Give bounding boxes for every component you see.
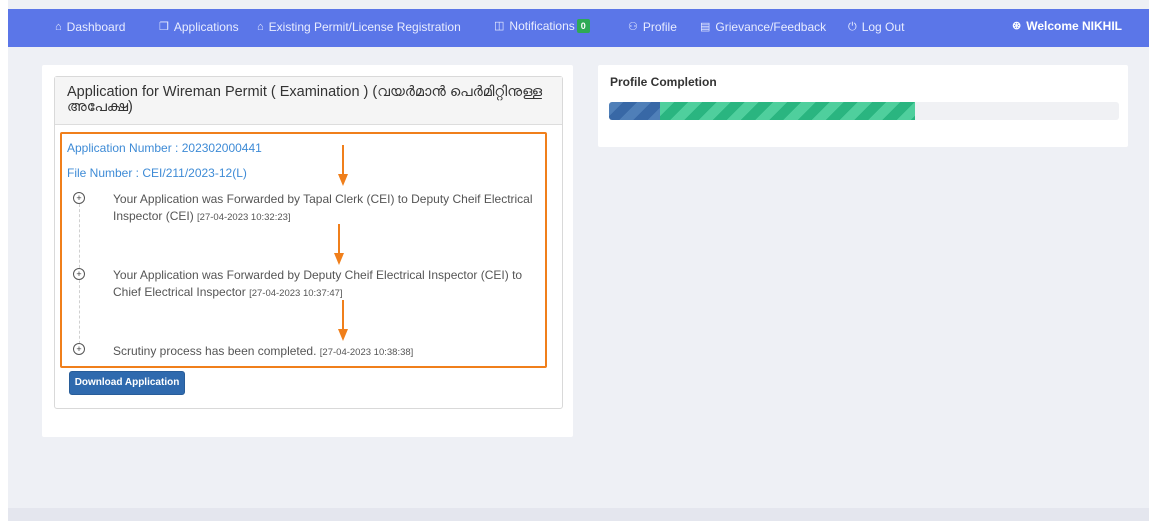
user-circle-icon: ⊛ <box>1012 19 1022 32</box>
home-icon: ⌂ <box>257 20 264 33</box>
timeline-expand-icon[interactable]: + <box>73 343 85 355</box>
timeline-item-date: [27-04-2023 10:37:47] <box>249 288 343 299</box>
progress-segment-success <box>660 102 915 120</box>
timeline-item: Your Application was Forwarded by Tapal … <box>113 191 538 226</box>
nav-grievance-label: Grievance/Feedback <box>715 20 827 34</box>
nav-existing-permit[interactable]: ⌂ Existing Permit/License Registration <box>257 20 461 34</box>
nav-applications[interactable]: ❐ Applications <box>159 20 239 34</box>
download-application-button[interactable]: Download Application <box>69 371 185 395</box>
timeline-item-date: [27-04-2023 10:38:38] <box>319 347 414 358</box>
nav-dashboard-label: Dashboard <box>66 20 126 34</box>
application-number: Application Number : 202302000441 <box>67 141 262 155</box>
profile-completion-card: Profile Completion <box>598 65 1128 147</box>
timeline-item-text: Your Application was Forwarded by Tapal … <box>113 192 533 223</box>
copy-icon: ❐ <box>159 20 169 33</box>
nav-applications-label: Applications <box>173 20 239 34</box>
nav-dashboard[interactable]: ⌂ Dashboard <box>55 20 125 34</box>
timeline-item-text: Scrutiny process has been completed. <box>113 344 317 358</box>
notifications-count-badge: 0 <box>576 19 590 33</box>
window-icon: ◫ <box>494 19 505 32</box>
nav-existing-permit-label: Existing Permit/License Registration <box>268 20 461 34</box>
nav-notifications-label: Notifications <box>509 19 575 33</box>
nav-grievance[interactable]: ▤ Grievance/Feedback <box>700 20 826 34</box>
application-panel: Application for Wireman Permit ( Examina… <box>54 76 563 409</box>
profile-completion-title: Profile Completion <box>610 75 717 89</box>
profile-progress-bar <box>609 102 1119 120</box>
file-number: File Number : CEI/211/2023-12(L) <box>67 166 247 180</box>
nav-profile-label: Profile <box>642 20 677 34</box>
welcome-label: Welcome NIKHIL <box>1026 19 1123 33</box>
nav-logout[interactable]: ⏻ Log Out <box>848 20 904 34</box>
welcome-user[interactable]: ⊛ Welcome NIKHIL <box>1012 19 1122 33</box>
power-icon: ⏻ <box>848 20 857 33</box>
footer-strip <box>8 508 1149 521</box>
application-card: Application for Wireman Permit ( Examina… <box>42 65 573 437</box>
document-icon: ▤ <box>700 20 711 33</box>
top-navbar: ⌂ Dashboard ❐ Applications ⌂ Existing Pe… <box>8 9 1149 47</box>
nav-notifications[interactable]: ◫ Notifications 0 <box>494 19 590 33</box>
timeline-expand-icon[interactable]: + <box>73 268 85 280</box>
application-title: Application for Wireman Permit ( Examina… <box>55 77 562 125</box>
timeline-item: Your Application was Forwarded by Deputy… <box>113 267 538 302</box>
progress-segment-primary <box>609 102 660 120</box>
user-icon: ⚇ <box>628 20 638 33</box>
timeline-item: Scrutiny process has been completed. [27… <box>113 343 538 361</box>
nav-logout-label: Log Out <box>861 20 905 34</box>
home-icon: ⌂ <box>55 20 62 33</box>
timeline-expand-icon[interactable]: + <box>73 192 85 204</box>
nav-profile[interactable]: ⚇ Profile <box>628 20 677 34</box>
timeline-item-date: [27-04-2023 10:32:23] <box>197 212 291 223</box>
